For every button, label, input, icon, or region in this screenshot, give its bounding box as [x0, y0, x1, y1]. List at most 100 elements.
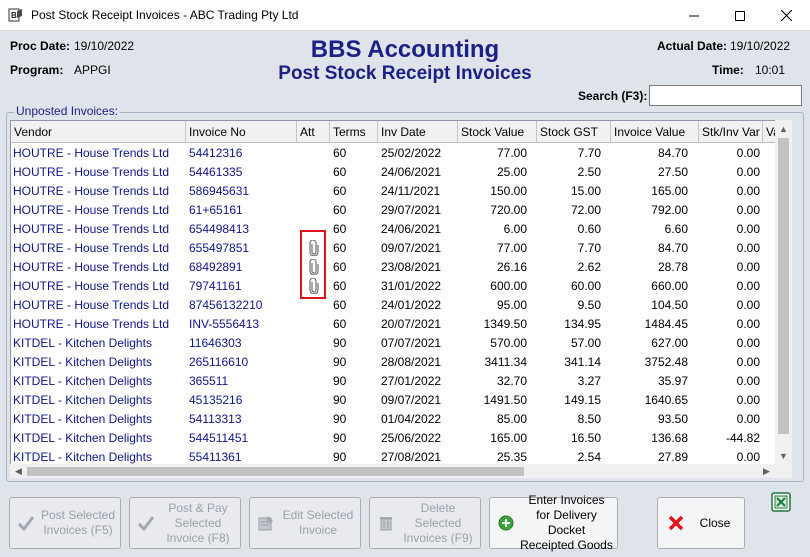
terms-cell: 90 [333, 412, 347, 426]
column-header-att[interactable]: Att [297, 121, 330, 143]
table-row[interactable]: HOUTRE - House Trends Ltd 68492891 60 23/08… [11, 258, 775, 277]
column-header-invoice-no[interactable]: Invoice No [186, 121, 297, 143]
column-header-invoice-value[interactable]: Invoice Value [611, 121, 699, 143]
table-row[interactable]: HOUTRE - House Trends Ltd INV-5556413 60 20… [11, 315, 775, 334]
column-header-inv-date[interactable]: Inv Date [378, 121, 458, 143]
terms-cell: 60 [333, 241, 347, 255]
terms-cell: 90 [333, 450, 347, 464]
table-row[interactable]: HOUTRE - House Trends Ltd 87456132210 60 24… [11, 296, 775, 315]
search-input[interactable] [649, 85, 802, 106]
close-window-button[interactable] [763, 0, 809, 31]
stock-value-cell: 720.00 [490, 203, 527, 217]
add-icon [496, 513, 516, 533]
att-cell [299, 410, 329, 429]
table-row[interactable]: HOUTRE - House Trends Ltd 654498413 60 24/0… [11, 220, 775, 239]
post-selected-label: Post Selected Invoices (F5) [40, 508, 116, 537]
table-row[interactable]: HOUTRE - House Trends Ltd 655497851 60 09/0… [11, 239, 775, 258]
search-label: Search (F3): [578, 89, 648, 103]
inv-date-cell: 25/06/2022 [381, 431, 442, 445]
scroll-down-icon[interactable]: ▼ [775, 447, 792, 464]
invoice-value-cell: 27.50 [657, 165, 688, 179]
scroll-left-icon[interactable]: ◀ [10, 464, 27, 478]
stock-gst-cell: 0.60 [577, 222, 601, 236]
vendor-cell: HOUTRE - House Trends Ltd [13, 279, 170, 293]
table-row[interactable]: KITDEL - Kitchen Delights 11646303 90 07/07… [11, 334, 775, 353]
delete-selected-button[interactable]: Delete Selected Invoices (F9) [369, 497, 481, 549]
terms-cell: 60 [333, 298, 347, 312]
stk-inv-var-cell: -44.82 [725, 431, 760, 445]
stock-value-cell: 3411.34 [484, 355, 528, 369]
horizontal-scrollbar[interactable]: ◀ ▶ [10, 464, 775, 478]
stock-gst-cell: 57.00 [570, 336, 601, 350]
horizontal-scroll-thumb[interactable] [27, 467, 524, 476]
column-header-va[interactable]: Va [763, 121, 775, 143]
vendor-cell: KITDEL - Kitchen Delights [13, 374, 152, 388]
scroll-up-icon[interactable]: ▲ [775, 120, 792, 137]
column-header-stock-gst[interactable]: Stock GST [537, 121, 611, 143]
scrollbar-corner [775, 464, 792, 478]
table-row[interactable]: HOUTRE - House Trends Ltd 61+65161 60 29/07… [11, 201, 775, 220]
table-row[interactable]: KITDEL - Kitchen Delights 365511 90 27/01/2… [11, 372, 775, 391]
column-header-terms[interactable]: Terms [330, 121, 378, 143]
red-x-icon [666, 513, 686, 533]
terms-cell: 60 [333, 203, 347, 217]
invoice-value-cell: 6.60 [664, 222, 688, 236]
checkmark-icon [136, 513, 156, 533]
paperclip-icon[interactable] [308, 277, 320, 295]
edit-selected-button[interactable]: Edit Selected Invoice [249, 497, 361, 549]
stk-inv-var-cell: 0.00 [736, 393, 760, 407]
post-and-pay-button[interactable]: Post & Pay Selected Invoice (F8) [129, 497, 241, 549]
stk-inv-var-cell: 0.00 [736, 146, 760, 160]
column-header-stock-value[interactable]: Stock Value [458, 121, 537, 143]
stock-gst-cell: 2.54 [577, 450, 601, 464]
table-row[interactable]: KITDEL - Kitchen Delights 54113313 90 01/04… [11, 410, 775, 429]
vertical-scrollbar[interactable]: ▲ ▼ [775, 120, 792, 464]
post-selected-button[interactable]: Post Selected Invoices (F5) [9, 497, 121, 549]
stk-inv-var-cell: 0.00 [736, 203, 760, 217]
table-row[interactable]: KITDEL - Kitchen Delights 544511451 90 25/0… [11, 429, 775, 448]
bbs-app-icon: B [8, 8, 22, 22]
scroll-right-icon[interactable]: ▶ [758, 464, 775, 478]
title-bar[interactable]: B Post Stock Receipt Invoices - ABC Trad… [0, 0, 810, 31]
stk-inv-var-cell: 0.00 [736, 165, 760, 179]
terms-cell: 90 [333, 393, 347, 407]
stock-gst-cell: 7.70 [577, 146, 601, 160]
maximize-icon [735, 10, 745, 21]
table-row[interactable]: HOUTRE - House Trends Ltd 54461335 60 24/06… [11, 163, 775, 182]
edit-selected-label: Edit Selected Invoice [282, 508, 354, 537]
att-cell [299, 277, 329, 296]
paperclip-icon[interactable] [308, 258, 320, 276]
table-row[interactable]: KITDEL - Kitchen Delights 45135216 90 09/07… [11, 391, 775, 410]
stk-inv-var-cell: 0.00 [736, 184, 760, 198]
stock-gst-cell: 3.27 [577, 374, 601, 388]
att-cell [299, 429, 329, 448]
maximize-button[interactable] [717, 0, 763, 31]
enter-invoices-button[interactable]: Enter Invoices for Delivery Docket Recei… [489, 493, 618, 552]
inv-date-cell: 24/06/2021 [381, 222, 442, 236]
att-cell [299, 182, 329, 201]
table-row[interactable]: HOUTRE - House Trends Ltd 79741161 60 31/01… [11, 277, 775, 296]
terms-cell: 90 [333, 431, 347, 445]
minimize-button[interactable] [671, 0, 717, 31]
minimize-icon [689, 15, 699, 16]
table-row[interactable]: KITDEL - Kitchen Delights 55411361 90 27/08… [11, 448, 775, 464]
stock-value-cell: 1491.50 [483, 393, 527, 407]
att-cell [299, 391, 329, 410]
close-button[interactable]: Close [657, 497, 745, 549]
column-header-stk-inv-var[interactable]: Stk/Inv Var [699, 121, 763, 143]
invoice-grid[interactable]: Vendor Invoice No Att Terms Inv Date Sto… [10, 120, 775, 464]
paperclip-icon[interactable] [308, 239, 320, 257]
inv-date-cell: 01/04/2022 [381, 412, 442, 426]
trash-icon [376, 513, 396, 533]
table-row[interactable]: KITDEL - Kitchen Delights 265116610 90 28/0… [11, 353, 775, 372]
vertical-scroll-thumb[interactable] [778, 138, 789, 434]
stock-gst-cell: 72.00 [570, 203, 601, 217]
att-cell [299, 163, 329, 182]
invoice-value-cell: 3752.48 [644, 355, 688, 369]
invoice-no-cell: 586945631 [189, 184, 250, 198]
table-row[interactable]: HOUTRE - House Trends Ltd 586945631 60 24/1… [11, 182, 775, 201]
column-header-vendor[interactable]: Vendor [11, 121, 186, 143]
export-excel-icon[interactable] [771, 492, 791, 512]
stock-gst-cell: 9.50 [577, 298, 601, 312]
table-row[interactable]: HOUTRE - House Trends Ltd 54412316 60 25/02… [11, 144, 775, 163]
